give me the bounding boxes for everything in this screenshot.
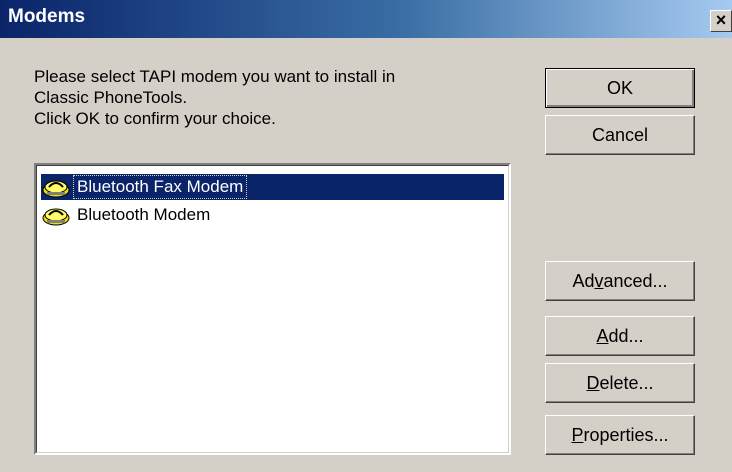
modem-list-item-bluetooth-fax-modem[interactable]: Bluetooth Fax Modem — [41, 174, 504, 200]
advanced-button[interactable]: Advanced... — [545, 261, 695, 301]
instruction-line: Classic PhoneTools. — [34, 88, 188, 107]
modem-list-item-bluetooth-modem[interactable]: Bluetooth Modem — [41, 202, 214, 228]
modem-icon — [41, 202, 73, 228]
modem-label: Bluetooth Fax Modem — [73, 175, 248, 199]
title-bar[interactable]: Modems × — [0, 0, 732, 38]
close-icon: × — [715, 10, 727, 30]
ok-button[interactable]: OK — [545, 68, 695, 108]
modem-icon — [41, 174, 73, 200]
ok-label: OK — [606, 77, 633, 98]
modem-label: Bluetooth Modem — [77, 205, 211, 224]
window-title: Modems — [8, 6, 86, 27]
add-button[interactable]: Add... — [545, 316, 695, 356]
instruction-line: Please select TAPI modem you want to ins… — [34, 67, 396, 86]
cancel-label: Cancel — [591, 124, 649, 145]
cancel-button[interactable]: Cancel — [545, 115, 695, 155]
delete-label: Delete... — [586, 372, 654, 393]
advanced-label: Advanced... — [572, 270, 668, 291]
modem-list[interactable]: Bluetooth Fax Modem Bluetooth Modem — [34, 163, 511, 455]
instruction-line: Click OK to confirm your choice. — [34, 109, 276, 128]
add-label: Add... — [596, 325, 644, 346]
close-button[interactable]: × — [710, 10, 732, 32]
instructions-text: Please select TAPI modem you want to ins… — [34, 66, 395, 129]
properties-label: Properties... — [571, 424, 669, 445]
delete-button[interactable]: Delete... — [545, 363, 695, 403]
properties-button[interactable]: Properties... — [545, 415, 695, 455]
